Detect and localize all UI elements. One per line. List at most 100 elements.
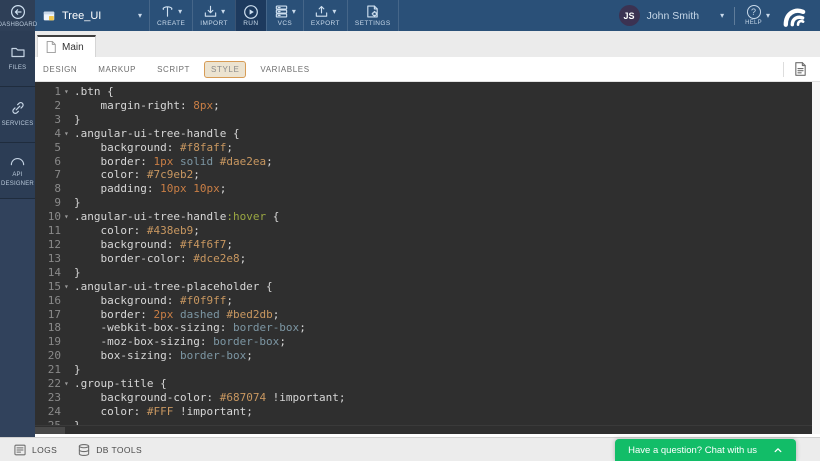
code-text[interactable]: .group-title { [74,377,167,391]
app-selector[interactable]: Tree_UI ▾ [35,0,149,31]
code-text[interactable]: background-color: #687074 !important; [74,391,346,405]
user-menu[interactable]: JS John Smith ▾ [619,5,725,26]
wave-logo-icon [782,4,808,28]
sidebar-item-dashboard[interactable]: DASHBOARD [0,0,35,31]
file-tab-strip: Main [35,31,820,57]
code-text[interactable]: border-color: #dce2e8; [74,252,246,266]
toolbar-right [783,61,812,77]
code-text[interactable]: background: #f4f6f7; [74,238,233,252]
help-menu[interactable]: ? HELP ▾ [745,5,770,26]
gutter-spacer [61,321,74,335]
code-text[interactable]: border: 2px dashed #bed2db; [74,308,279,322]
left-sidebar: FILESSERVICES APIDESIGNER [0,31,35,437]
menu-label: CREATE [157,20,185,27]
code-line: 2 margin-right: 8px; [35,99,820,113]
code-line: 15▾.angular-ui-tree-placeholder { [35,280,820,294]
tab-main[interactable]: Main [37,35,96,57]
gutter-spacer [61,349,74,363]
line-number: 2 [35,99,61,113]
sidebar-item-api-designer[interactable]: APIDESIGNER [0,143,35,199]
line-number: 8 [35,182,61,196]
logs-icon [13,443,27,457]
tab-style[interactable]: STYLE [204,61,246,78]
code-text[interactable]: border: 1px solid #dae2ea; [74,155,273,169]
gutter-spacer [61,335,74,349]
bottombar-item-logs[interactable]: LOGS [13,443,57,457]
sidebar-item-files[interactable]: FILES [0,31,35,87]
line-number: 24 [35,405,61,419]
menu-vcs[interactable]: ▾VCS [266,0,303,31]
link-icon [10,100,26,116]
run-play-icon [243,4,259,20]
vertical-scrollbar-track[interactable] [812,82,820,434]
menu-label: EXPORT [311,20,340,27]
code-text[interactable]: .angular-ui-tree-handle { [74,127,240,141]
line-number: 20 [35,349,61,363]
code-text[interactable]: background: #f8faff; [74,141,233,155]
gutter-spacer [61,224,74,238]
tab-script[interactable]: SCRIPT [157,65,190,74]
tab-variables[interactable]: VARIABLES [260,65,309,74]
chat-widget[interactable]: Have a question? Chat with us [615,439,796,461]
code-text[interactable]: color: #7c9eb2; [74,168,200,182]
horizontal-scrollbar[interactable] [35,425,812,434]
code-text[interactable]: } [74,113,81,127]
code-text[interactable]: } [74,196,81,210]
line-number: 13 [35,252,61,266]
fold-toggle-icon[interactable]: ▾ [61,85,74,99]
code-text[interactable]: } [74,266,81,280]
notes-document-icon[interactable] [793,61,808,77]
dashboard-back-icon [10,4,26,20]
code-text[interactable]: background: #f0f9ff; [74,294,233,308]
code-text[interactable]: .angular-ui-tree-placeholder { [74,280,273,294]
fold-toggle-icon[interactable]: ▾ [61,377,74,391]
horizontal-scrollbar-thumb[interactable] [35,427,65,434]
sidebar-item-services[interactable]: SERVICES [0,87,35,143]
menu-label: SETTINGS [355,20,391,27]
tab-markup[interactable]: MARKUP [98,65,136,74]
menu-run[interactable]: RUN [235,0,266,31]
divider [783,62,784,77]
code-text[interactable]: color: #438eb9; [74,224,200,238]
studio-window: DASHBOARD Tree_UI ▾ ▾CREATE▾IMPORTRUN▾VC… [0,0,820,461]
menu-import[interactable]: ▾IMPORT [192,0,235,31]
code-text[interactable]: box-sizing: border-box; [74,349,253,363]
sidebar-item-label: APIDESIGNER [1,171,34,189]
chevron-down-icon: ▾ [766,12,770,20]
code-line: 17 border: 2px dashed #bed2db; [35,308,820,322]
arc-icon [9,153,26,167]
line-number: 7 [35,168,61,182]
tab-design[interactable]: DESIGN [43,65,77,74]
code-line: 1▾.btn { [35,85,820,99]
editor-toolbar: DESIGN MARKUP SCRIPT STYLE VARIABLES [35,57,820,82]
code-lines: 1▾.btn {2 margin-right: 8px;3}4▾.angular… [35,82,820,433]
topbar-right: JS John Smith ▾ ? HELP ▾ [619,0,820,31]
line-number: 5 [35,141,61,155]
fold-toggle-icon[interactable]: ▾ [61,210,74,224]
fold-toggle-icon[interactable]: ▾ [61,280,74,294]
code-text[interactable]: .angular-ui-tree-handle:hover { [74,210,279,224]
line-number: 12 [35,238,61,252]
code-editor[interactable]: 1▾.btn {2 margin-right: 8px;3}4▾.angular… [35,82,820,434]
bottombar-item-db-tools[interactable]: DB TOOLS [77,443,142,457]
menu-settings[interactable]: SETTINGS [347,0,399,31]
code-text[interactable]: } [74,363,81,377]
code-line: 23 background-color: #687074 !important; [35,391,820,405]
menu-create[interactable]: ▾CREATE [149,0,192,31]
line-number: 22 [35,377,61,391]
fold-toggle-icon[interactable]: ▾ [61,127,74,141]
code-line: 19 -moz-box-sizing: border-box; [35,335,820,349]
page-icon [45,40,57,54]
code-text[interactable]: padding: 10px 10px; [74,182,226,196]
menu-export[interactable]: ▾EXPORT [303,0,347,31]
code-text[interactable]: -webkit-box-sizing: border-box; [74,321,306,335]
chevron-down-icon: ▾ [221,8,225,16]
code-text[interactable]: color: #FFF !important; [74,405,253,419]
line-number: 17 [35,308,61,322]
code-text[interactable]: -moz-box-sizing: border-box; [74,335,286,349]
code-text[interactable]: .btn { [74,85,114,99]
code-line: 12 background: #f4f6f7; [35,238,820,252]
code-text[interactable]: margin-right: 8px; [74,99,220,113]
chevron-down-icon: ▾ [292,8,296,16]
code-line: 4▾.angular-ui-tree-handle { [35,127,820,141]
